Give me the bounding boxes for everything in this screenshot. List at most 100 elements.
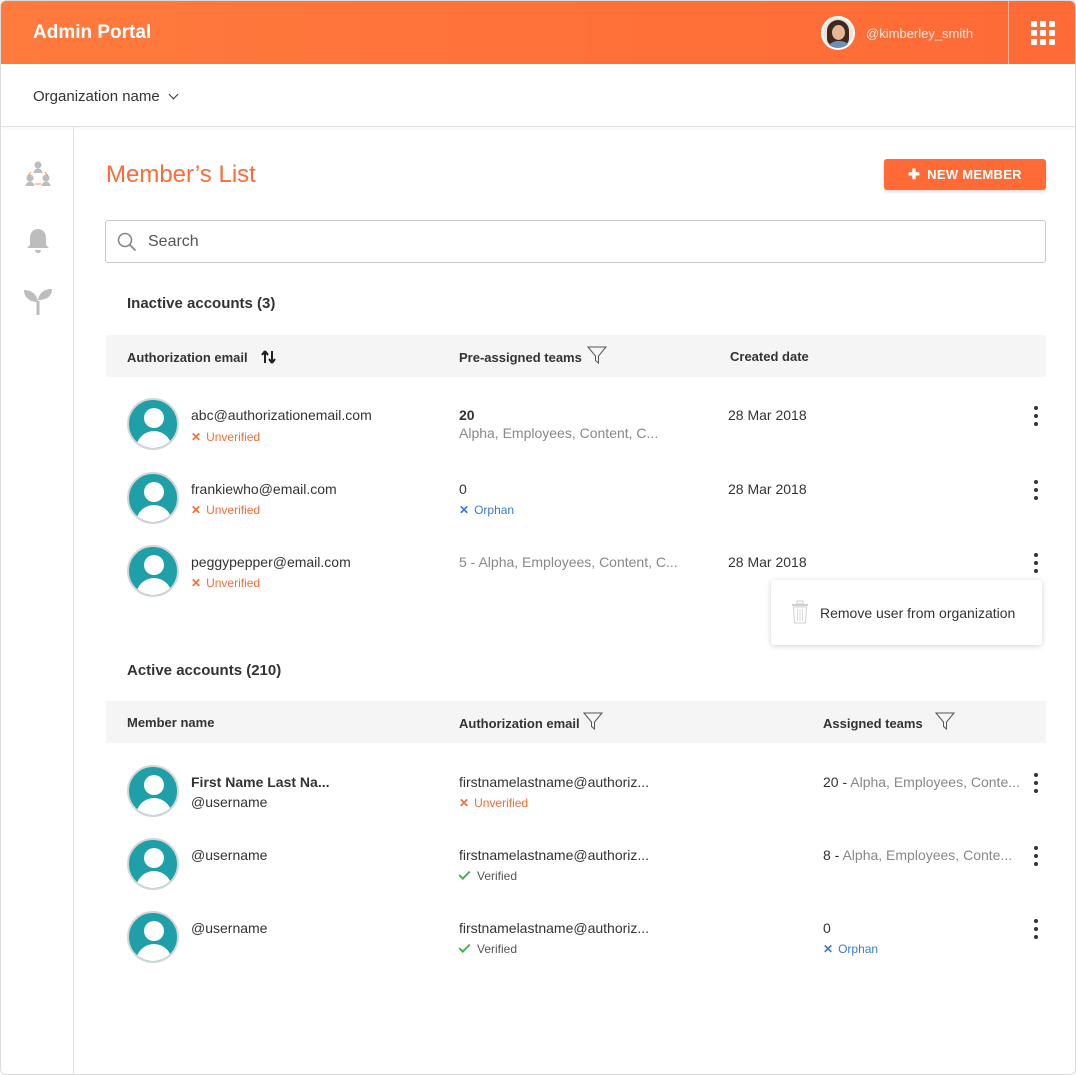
status-unverified: ✕ Unverified [191,430,260,444]
sprout-icon[interactable] [21,284,55,318]
member-username: @username [191,794,268,810]
avatar [127,911,179,963]
new-member-label: NEW MEMBER [927,167,1022,182]
more-options-icon[interactable] [1033,919,1039,939]
created-date: 28 Mar 2018 [728,554,807,570]
user-avatar[interactable] [821,16,855,50]
orphan-label: Orphan [838,942,879,956]
close-icon: ✕ [459,503,470,517]
top-bar-divider [1008,1,1009,64]
avatar [127,398,179,450]
column-label: Created date [730,349,809,364]
column-pre-assigned-teams[interactable]: Pre-assigned teams [459,346,607,365]
team-icon[interactable] [21,157,55,191]
status-label: Unverified [206,576,261,590]
column-label: Assigned teams [823,715,923,731]
organization-bar: Organization name [1,64,1075,127]
member-email: firstnamelastname@authoriz... [459,847,650,863]
bell-icon[interactable] [21,224,55,258]
close-icon: ✕ [459,796,470,810]
table-row[interactable]: frankiewho@email.com ✕ Unverified 0 ✕ Orph… [106,472,1046,546]
column-created-date[interactable]: Created date [730,349,809,364]
orphan-badge: ✕ Orphan [459,503,514,517]
member-email: peggypepper@email.com [191,554,351,570]
member-username: @username [191,920,268,936]
table-row[interactable]: @username firstnamelastname@authoriz... … [106,838,1046,912]
close-icon: ✕ [191,430,202,444]
sort-icon[interactable] [260,349,278,365]
assigned-teams: 20 - Alpha, Employees, Conte... [823,774,1020,790]
status-label: Verified [477,942,518,956]
orphan-badge: ✕ Orphan [823,942,878,956]
user-menu[interactable]: @kimberley_smith [821,16,973,50]
app-title: Admin Portal [33,22,152,43]
table-row[interactable]: abc@authorizationemail.com ✕ Unverified 2… [106,398,1046,472]
organization-name[interactable]: Organization name [33,88,160,105]
row-context-menu: Remove user from organization [771,580,1042,645]
organization-selector[interactable]: Organization name [33,88,179,105]
page-title: Member’s List [106,161,256,188]
column-label: Authorization email [459,715,580,731]
trash-icon[interactable] [791,600,809,624]
column-label: Member name [127,715,215,730]
filter-icon[interactable] [582,711,603,731]
column-label: Authorization email [127,349,248,365]
close-icon: ✕ [191,503,202,517]
new-member-button[interactable]: ✚ NEW MEMBER [884,159,1046,190]
column-authorization-email[interactable]: Authorization email [127,349,278,365]
plus-icon: ✚ [908,166,921,182]
column-label: Pre-assigned teams [459,349,582,365]
status-verified: Verified [458,940,518,956]
member-username: @username [191,847,268,863]
member-email: frankiewho@email.com [191,481,337,497]
teams-count: 0 [459,481,467,497]
column-authorization-email[interactable]: Authorization email [459,712,603,731]
more-options-icon[interactable] [1033,480,1039,500]
created-date: 28 Mar 2018 [728,407,807,423]
filter-icon[interactable] [934,711,955,731]
close-icon: ✕ [191,576,202,590]
created-date: 28 Mar 2018 [728,481,807,497]
status-label: Unverified [474,796,529,810]
status-verified: Verified [458,867,518,883]
status-unverified: ✕ Unverified [191,503,260,517]
search-box[interactable] [105,220,1046,263]
status-unverified: ✕ Unverified [459,796,528,810]
username-label[interactable]: @kimberley_smith [866,26,973,41]
avatar [127,838,179,890]
member-email: abc@authorizationemail.com [191,407,372,423]
table-row[interactable]: @username firstnamelastname@authoriz... … [106,911,1046,985]
remove-user-menu-item[interactable]: Remove user from organization [820,605,1015,621]
check-icon [458,867,471,881]
app-grid-icon[interactable] [1031,21,1055,45]
avatar [127,472,179,524]
app-window: Admin Portal @kimberley_smith Organizati… [0,0,1076,1075]
check-icon [458,940,471,954]
more-options-icon[interactable] [1033,773,1039,793]
teams-count: 20 [459,407,475,423]
teams-count: 20 [823,774,839,790]
teams-count: 8 [823,847,831,863]
sidebar [1,127,74,1074]
more-options-icon[interactable] [1033,406,1039,426]
close-icon: ✕ [823,942,834,956]
inactive-section-title: Inactive accounts (3) [127,295,276,312]
member-name: First Name Last Na... [191,774,330,790]
more-options-icon[interactable] [1033,846,1039,866]
table-row[interactable]: First Name Last Na... @username firstnam… [106,765,1046,839]
member-email: firstnamelastname@authoriz... [459,774,650,790]
member-email: firstnamelastname@authoriz... [459,920,650,936]
status-label: Unverified [206,503,261,517]
active-section-title: Active accounts (210) [127,662,282,679]
chevron-down-icon[interactable] [168,89,179,100]
status-label: Unverified [206,430,261,444]
more-options-icon[interactable] [1033,553,1039,573]
search-input[interactable] [148,231,1028,253]
column-member-name[interactable]: Member name [127,715,214,730]
top-bar: Admin Portal @kimberley_smith [1,1,1075,64]
column-assigned-teams[interactable]: Assigned teams [823,712,955,731]
filter-icon[interactable] [586,345,607,365]
orphan-label: Orphan [474,503,515,517]
status-label: Verified [477,869,518,883]
avatar [127,545,179,597]
